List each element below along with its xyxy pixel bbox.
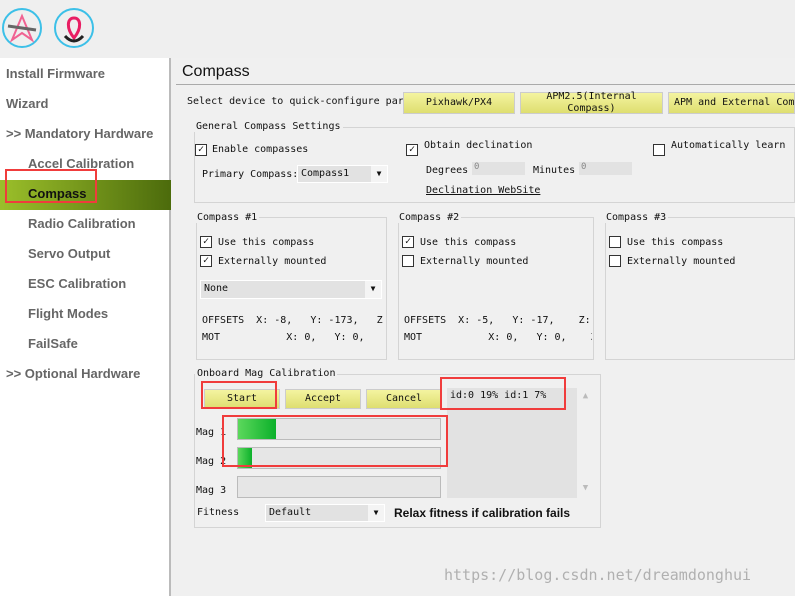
fitness-select[interactable]: Default ▼ [265, 504, 385, 522]
auto-learn-checkbox[interactable] [653, 144, 665, 156]
declination-website-link[interactable]: Declination WebSite [426, 185, 540, 196]
externally-mounted-checkbox[interactable] [609, 255, 621, 267]
enable-compasses-checkbox[interactable]: ✓ [195, 144, 207, 156]
externally-mounted-checkbox[interactable]: ✓ [200, 255, 212, 267]
toolbar [0, 0, 795, 58]
sidebar-item-optional-hardware[interactable]: >> Optional Hardware [6, 366, 140, 381]
primary-compass-value: Compass1 [301, 168, 350, 179]
quick-config-label: Select device to quick-configure par [187, 96, 404, 107]
minutes-field[interactable]: 0 [579, 162, 632, 175]
divider [176, 84, 795, 85]
offsets-readout: OFFSETS X: -5, Y: -17, Z: 1 [404, 315, 592, 326]
sidebar-item-failsafe[interactable]: FailSafe [28, 336, 78, 351]
initial-setup-icon[interactable] [2, 8, 42, 48]
compass-legend: Compass #3 [604, 212, 669, 223]
mot-readout: MOT X: 0, Y: 0, Z: [404, 332, 592, 343]
chevron-down-icon: ▼ [371, 166, 387, 182]
sidebar-item-install-firmware[interactable]: Install Firmware [6, 66, 105, 81]
externally-mounted-label: Externally mounted [218, 256, 327, 267]
offsets-readout: OFFSETS X: -8, Y: -173, Z: [202, 315, 385, 326]
sidebar-item-radio-calibration[interactable]: Radio Calibration [28, 216, 136, 231]
annotation-box [201, 381, 277, 409]
log-scrollbar[interactable]: ▲ ▼ [577, 388, 594, 498]
sidebar-item-flight-modes[interactable]: Flight Modes [28, 306, 108, 321]
fitness-label: Fitness [197, 507, 240, 518]
scroll-down-icon: ▼ [582, 483, 589, 493]
sidebar-item-servo-output[interactable]: Servo Output [28, 246, 110, 261]
preset-pixhawk-button[interactable]: Pixhawk/PX4 [403, 92, 515, 114]
mag-progress-bar [237, 476, 441, 498]
compass-legend: Compass #2 [397, 212, 462, 223]
relax-fitness-label: Relax fitness if calibration fails [394, 506, 571, 520]
orientation-select[interactable]: None ▼ [200, 280, 382, 299]
watermark: https://blog.csdn.net/dreamdonghui [444, 566, 752, 584]
sidebar-item-wizard[interactable]: Wizard [6, 96, 49, 111]
mot-readout: MOT X: 0, Y: 0, Z: [202, 332, 385, 343]
config-tuning-icon[interactable] [54, 8, 94, 48]
use-compass-label: Use this compass [420, 237, 517, 248]
annotation-box [222, 415, 448, 467]
obtain-declination-label: Obtain declination [424, 140, 533, 151]
general-settings-legend: General Compass Settings [194, 121, 343, 132]
use-compass-checkbox[interactable] [609, 236, 621, 248]
orientation-value: None [204, 283, 229, 294]
chevron-down-icon: ▼ [365, 281, 381, 298]
use-compass-checkbox[interactable]: ✓ [402, 236, 414, 248]
primary-compass-select[interactable]: Compass1 ▼ [297, 165, 388, 183]
mag-calibration-legend: Onboard Mag Calibration [195, 368, 338, 379]
sidebar: Install Firmware Wizard >> Mandatory Har… [0, 58, 171, 596]
sidebar-item-esc-calibration[interactable]: ESC Calibration [28, 276, 126, 291]
scroll-up-icon: ▲ [582, 391, 589, 401]
cancel-button[interactable]: Cancel [366, 389, 442, 409]
minutes-label: Minutes [533, 165, 576, 176]
compass-legend: Compass #1 [195, 212, 260, 223]
enable-compasses-label: Enable compasses [212, 144, 309, 155]
use-compass-label: Use this compass [627, 237, 724, 248]
preset-apm25-button[interactable]: APM2.5(Internal Compass) [520, 91, 663, 114]
page-title: Compass [182, 63, 250, 80]
primary-compass-label: Primary Compass: [202, 169, 299, 180]
degrees-label: Degrees [426, 165, 469, 176]
preset-apm-external-button[interactable]: APM and External Comp [668, 92, 795, 114]
annotation-box [5, 169, 97, 203]
sidebar-item-mandatory-hardware[interactable]: >> Mandatory Hardware [6, 126, 153, 141]
obtain-declination-checkbox[interactable]: ✓ [406, 144, 418, 156]
externally-mounted-checkbox[interactable] [402, 255, 414, 267]
use-compass-label: Use this compass [218, 237, 315, 248]
degrees-field[interactable]: 0 [472, 162, 525, 175]
externally-mounted-label: Externally mounted [627, 256, 736, 267]
fitness-value: Default [269, 507, 312, 518]
use-compass-checkbox[interactable]: ✓ [200, 236, 212, 248]
mag-label: Mag 3 [196, 485, 227, 496]
annotation-box [440, 377, 566, 410]
externally-mounted-label: Externally mounted [420, 256, 529, 267]
auto-learn-label: Automatically learn [671, 140, 786, 151]
chevron-down-icon: ▼ [368, 505, 384, 521]
accept-button[interactable]: Accept [285, 389, 361, 409]
